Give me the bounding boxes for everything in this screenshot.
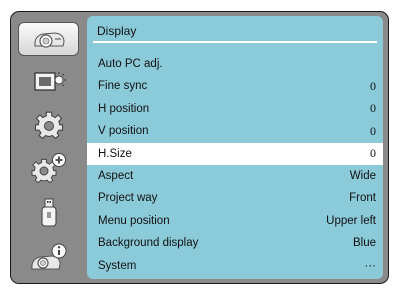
menu-item-aspect[interactable]: Aspect Wide (87, 165, 383, 187)
menu-item-v-position[interactable]: V position 0 (87, 120, 383, 142)
menu-item-value: ··· (364, 259, 377, 272)
menu-item-project-way[interactable]: Project way Front (87, 187, 383, 209)
sidebar-item-expanded[interactable] (18, 151, 79, 185)
menu-item-label: System (98, 259, 137, 272)
menu-item-h-position[interactable]: H position 0 (87, 98, 383, 120)
menu-window: Display Auto PC adj. Fine sync 0 H position… (10, 11, 389, 284)
menu-item-value: Upper left (326, 214, 376, 227)
gear-icon (32, 109, 66, 141)
menu-item-system[interactable]: System ··· (87, 255, 383, 277)
menu-item-label: V position (98, 125, 149, 138)
projector-icon (31, 28, 67, 50)
panel-title: Display (97, 24, 137, 38)
menu-item-label: Menu position (98, 214, 170, 227)
sidebar-item-information[interactable] (18, 240, 79, 274)
menu-item-h-size[interactable]: H.Size 0 (87, 142, 383, 165)
menu-item-menu-position[interactable]: Menu position Upper left (87, 210, 383, 232)
menu-item-background-display[interactable]: Background display Blue (87, 232, 383, 254)
menu-item-label: H.Size (98, 147, 132, 160)
menu-item-label: Background display (98, 237, 199, 250)
menu-item-value: 0 (370, 78, 376, 93)
menu-item-value: 0 (370, 123, 376, 138)
menu-item-label: H position (98, 102, 150, 115)
menu-item-auto-pc-adj[interactable]: Auto PC adj. (87, 53, 383, 75)
menu-item-label: Aspect (98, 170, 134, 182)
category-sidebar (15, 16, 83, 279)
menu-item-value: 0 (370, 101, 376, 116)
gear-plus-icon (29, 151, 69, 185)
usb-icon (39, 197, 59, 229)
sidebar-item-projector[interactable] (18, 22, 79, 56)
projector-info-icon (29, 241, 69, 273)
menu-item-label: Auto PC adj. (98, 58, 163, 70)
sidebar-item-setting[interactable] (18, 108, 79, 142)
menu-item-value: Front (349, 192, 376, 205)
menu-item-value: Blue (352, 237, 376, 250)
menu-item-label: Fine sync (98, 80, 148, 93)
menu-item-label: Project way (98, 192, 158, 205)
sidebar-item-display[interactable] (18, 65, 79, 99)
display-menu-panel: Display Auto PC adj. Fine sync 0 H position… (87, 16, 383, 279)
menu-item-value: 0 (370, 146, 376, 161)
display-settings-icon (31, 69, 67, 95)
title-divider (93, 41, 377, 43)
menu-item-value: Wide (349, 170, 376, 182)
menu-item-fine-sync[interactable]: Fine sync 0 (87, 75, 383, 97)
sidebar-item-memory-viewer[interactable] (18, 196, 79, 230)
